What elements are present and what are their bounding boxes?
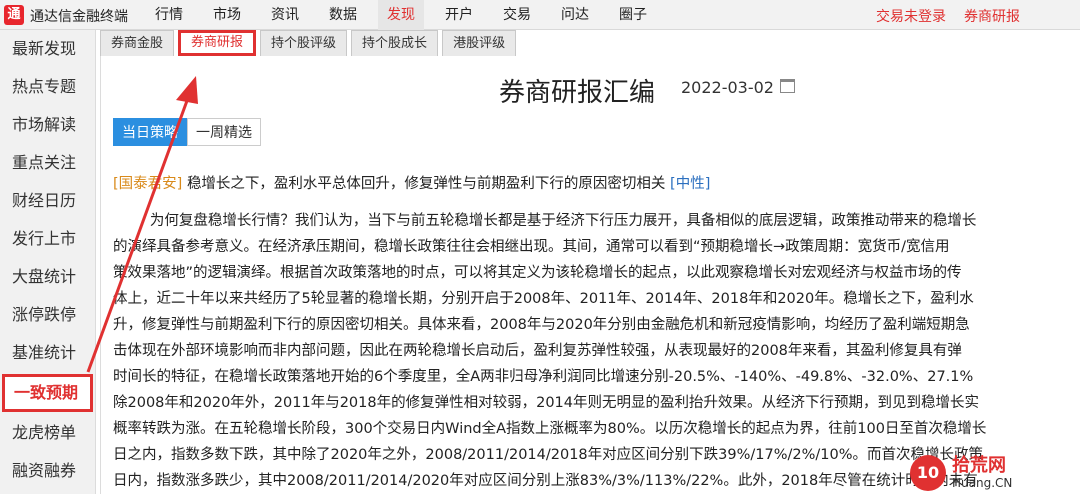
sidebar-item-market-stats[interactable]: 大盘统计 — [0, 258, 95, 296]
menu-item-trade[interactable]: 交易 — [494, 0, 540, 30]
sidebar-item-limit-up-down[interactable]: 涨停跌停 — [0, 296, 95, 334]
main-content: 券商研报汇编 2022-03-02 当日策略 一周精选 [国泰君安] 稳增长之下… — [100, 56, 1080, 494]
menu-item-quotes[interactable]: 行情 — [146, 0, 192, 30]
report-summary: [国泰君安] 稳增长之下，盈利水平总体回升，修复弹性与前期盈利下行的原因密切相关… — [113, 172, 710, 193]
watermark-text: 拾荒网 Huang.CN — [952, 455, 1013, 491]
page-title: 券商研报汇编 — [499, 78, 656, 108]
sidebar-item-market-analysis[interactable]: 市场解读 — [0, 106, 95, 144]
sidebar-item-dragon-tiger[interactable]: 龙虎榜单 — [0, 414, 95, 452]
menu-item-discover[interactable]: 发现 — [378, 0, 424, 30]
body-line: 概率转跌为涨。在五轮稳增长阶段，300个交易日内Wind全A指数上涨概率为80%… — [113, 421, 987, 437]
tab-stock-growth[interactable]: 持个股成长 — [351, 30, 439, 56]
report-body: 为何复盘稳增长行情？我们认为，当下与前五轮稳增长都是基于经济下行压力展开，具备相… — [113, 208, 1080, 494]
top-menu-bar: 通 通达信金融终端 行情 市场 资讯 数据 发现 开户 交易 问达 圈子 交易未… — [0, 0, 1080, 30]
sidebar-item-consensus[interactable]: 一致预期 — [2, 374, 93, 412]
tab-broker-research[interactable]: 券商研报 — [178, 30, 257, 56]
body-line: 为何复盘稳增长行情？我们认为，当下与前五轮稳增长都是基于经济下行压力展开，具备相… — [113, 213, 977, 229]
top-right-links: 交易未登录 券商研报 — [876, 6, 1020, 26]
sidebar-item-focus[interactable]: 重点关注 — [0, 144, 95, 182]
app-title: 通达信金融终端 — [30, 9, 128, 25]
watermark-logo: 10 — [910, 455, 946, 491]
tab-hk-rating[interactable]: 港股评级 — [442, 30, 517, 56]
sidebar-item-margin[interactable]: 融资融券 — [0, 452, 95, 490]
menu-item-open-account[interactable]: 开户 — [436, 0, 482, 30]
menu-item-wenda[interactable]: 问达 — [552, 0, 598, 30]
sidebar: 最新发现 热点专题 市场解读 重点关注 财经日历 发行上市 大盘统计 涨停跌停 … — [0, 30, 96, 494]
subtab-weekly-picks[interactable]: 一周精选 — [187, 118, 261, 146]
tab-stock-rating[interactable]: 持个股评级 — [260, 30, 348, 56]
menu-item-news[interactable]: 资讯 — [262, 0, 308, 30]
tab-broker-stocks[interactable]: 券商金股 — [100, 30, 175, 56]
sidebar-item-hot-topics[interactable]: 热点专题 — [0, 68, 95, 106]
app-logo-icon: 通 — [4, 5, 24, 25]
body-line: 时间长的特征，在稳增长政策落地开始的6个季度里，全A两非归母净利润同比增速分别-… — [113, 369, 974, 385]
rating-tag: [中性] — [670, 176, 711, 192]
watermark-url: Huang.CN — [952, 476, 1013, 490]
report-date: 2022-03-02 — [681, 78, 774, 97]
body-line: 的演绎具备参考意义。在经济承压期间，稳增长政策往往会相继出现。其间，通常可以看到… — [113, 239, 950, 255]
body-line: 策效果落地”的逻辑演绎。根据首次政策落地的时点，可以将其定义为该轮稳增长的起点，… — [113, 265, 962, 281]
sidebar-item-latest[interactable]: 最新发现 — [0, 30, 95, 68]
menu-item-data[interactable]: 数据 — [320, 0, 366, 30]
sidebar-item-benchmark[interactable]: 基准统计 — [0, 334, 95, 372]
menu-item-circle[interactable]: 圈子 — [610, 0, 656, 30]
report-title[interactable]: 稳增长之下，盈利水平总体回升，修复弹性与前期盈利下行的原因密切相关 — [187, 176, 666, 192]
tab-bar: 券商金股 券商研报 持个股评级 持个股成长 港股评级 — [100, 30, 520, 56]
report-source[interactable]: [国泰君安] — [113, 176, 182, 192]
menu-item-market[interactable]: 市场 — [204, 0, 250, 30]
broker-research-link[interactable]: 券商研报 — [964, 6, 1020, 26]
subtab-group: 当日策略 一周精选 — [113, 118, 261, 146]
body-line: 升，修复弹性与前期盈利下行的原因密切相关。具体来看，2008年与2020年分别由… — [113, 317, 970, 333]
calendar-icon[interactable] — [780, 79, 795, 93]
sidebar-item-ipo[interactable]: 发行上市 — [0, 220, 95, 258]
watermark-cn: 拾荒网 — [952, 455, 1006, 476]
sidebar-item-calendar[interactable]: 财经日历 — [0, 182, 95, 220]
trade-login-link[interactable]: 交易未登录 — [876, 6, 946, 26]
main-menu: 行情 市场 资讯 数据 发现 开户 交易 问达 圈子 — [146, 0, 668, 30]
watermark: 10 拾荒网 Huang.CN — [910, 455, 1012, 491]
body-line: 除2008年和2020年外，2011年与2018年的修复弹性相对较弱，2014年… — [113, 395, 980, 411]
subtab-daily-strategy[interactable]: 当日策略 — [113, 118, 187, 146]
body-line: 体上，近二十年以来共经历了5轮显著的稳增长期，分别开启于2008年、2011年、… — [113, 291, 974, 307]
body-line: 击体现在外部环境影响而非内部问题，因此在两轮稳增长启动后，盈利复苏弹性较强，从表… — [113, 343, 962, 359]
